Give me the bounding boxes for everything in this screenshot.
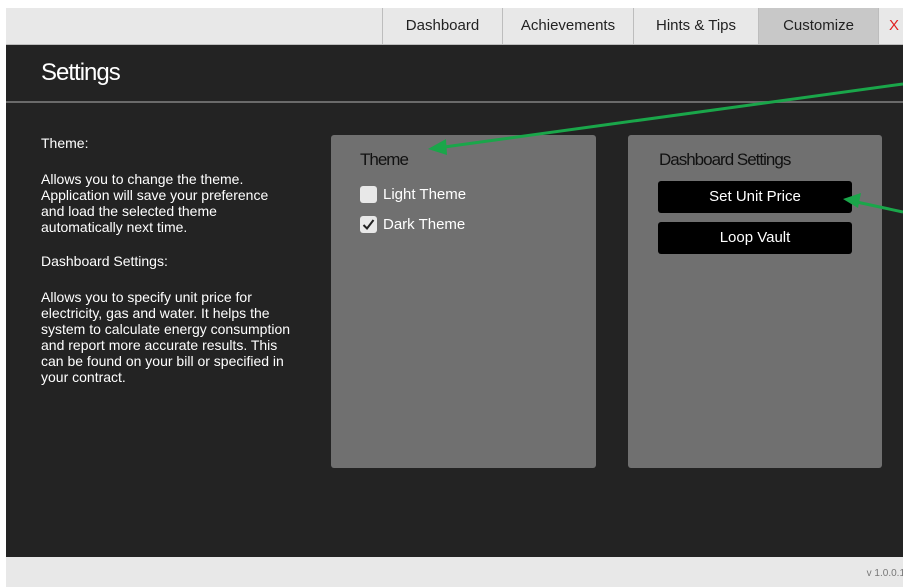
tab-customize[interactable]: Customize <box>758 8 878 44</box>
dashboard-settings-panel: Dashboard Settings Set Unit Price Loop V… <box>628 135 882 468</box>
dark-theme-checkbox[interactable] <box>360 215 377 233</box>
help-dashboard-text: Allows you to specify unit price for ele… <box>41 289 291 385</box>
checkmark-icon <box>362 218 375 230</box>
theme-panel-title: Theme <box>360 150 409 169</box>
top-nav-bar: Dashboard Achievements Hints & Tips Cust… <box>6 8 903 45</box>
loop-vault-button[interactable]: Loop Vault <box>658 222 852 254</box>
light-theme-label: Light Theme <box>383 185 467 203</box>
help-theme-heading: Theme: <box>41 135 89 151</box>
theme-panel: Theme Light Theme Dark Theme <box>331 135 596 468</box>
version-label: v 1.0.0.1 <box>866 568 903 579</box>
set-unit-price-button[interactable]: Set Unit Price <box>658 181 852 213</box>
dark-theme-option[interactable]: Dark Theme <box>360 214 465 234</box>
page-title: Settings <box>41 59 121 86</box>
dark-theme-label: Dark Theme <box>383 215 466 233</box>
light-theme-option[interactable]: Light Theme <box>360 184 466 204</box>
light-theme-checkbox[interactable] <box>360 185 377 203</box>
tab-dashboard[interactable]: Dashboard <box>382 8 502 44</box>
tab-hints-tips[interactable]: Hints & Tips <box>633 8 758 44</box>
close-button[interactable]: X <box>878 8 903 44</box>
tab-achievements[interactable]: Achievements <box>502 8 633 44</box>
help-theme-text: Allows you to change the theme. Applicat… <box>41 171 269 235</box>
app-window: Dashboard Achievements Hints & Tips Cust… <box>6 8 903 587</box>
help-dashboard-heading: Dashboard Settings: <box>41 253 168 269</box>
dashboard-panel-title: Dashboard Settings <box>659 150 791 169</box>
status-bar: v 1.0.0.1 <box>6 557 903 587</box>
help-text: Theme: Allows you to change the theme. A… <box>41 135 291 403</box>
page-header: Settings <box>6 45 903 103</box>
